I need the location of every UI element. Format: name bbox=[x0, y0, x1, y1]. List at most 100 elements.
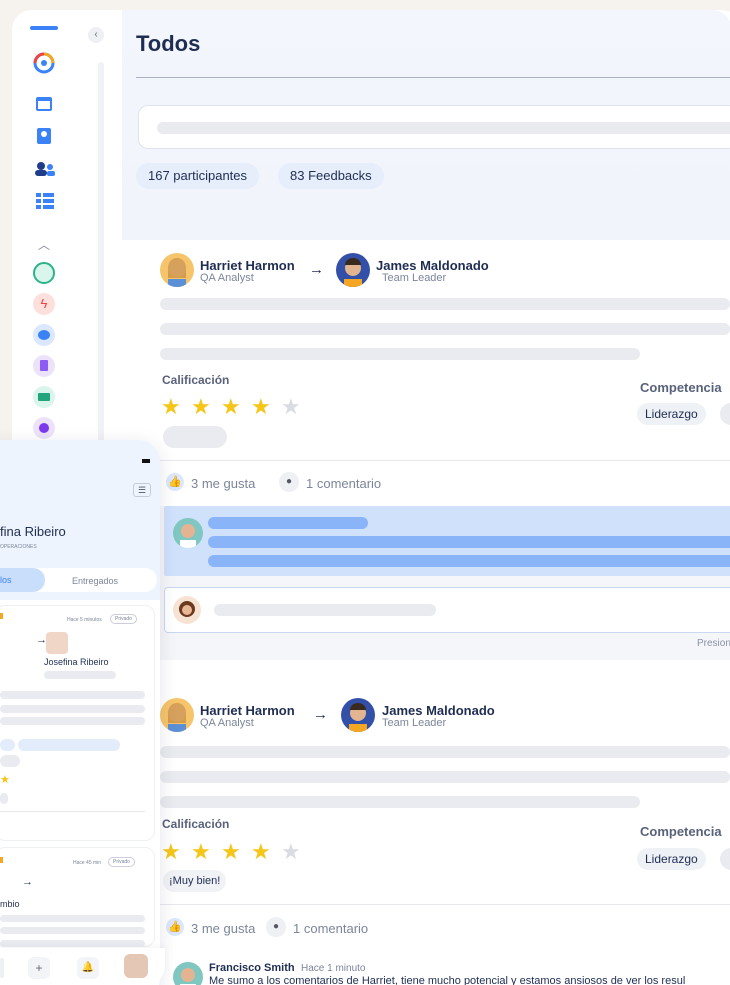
mobile-user-name: fina Ribeiro bbox=[0, 524, 66, 539]
plug-icon[interactable] bbox=[33, 417, 55, 439]
rating-label: Calificación bbox=[162, 817, 230, 831]
commenter-name: Francisco Smith bbox=[209, 962, 295, 974]
likes-count[interactable]: 3 me gusta bbox=[191, 476, 255, 491]
text-line bbox=[208, 517, 368, 529]
chevron-up-icon[interactable]: ︿ bbox=[38, 236, 50, 253]
star-icon: ★ bbox=[0, 774, 10, 786]
commenter-avatar[interactable] bbox=[173, 518, 203, 548]
flash-icon[interactable]: ϟ bbox=[33, 293, 55, 315]
search-input[interactable] bbox=[138, 105, 730, 149]
to-role: Team Leader bbox=[382, 272, 447, 284]
star-icon: ★ bbox=[251, 839, 271, 864]
star-empty-icon: ★ bbox=[281, 394, 301, 419]
text-line bbox=[0, 927, 145, 934]
bell-icon[interactable]: 🔔 bbox=[77, 957, 99, 979]
text-line bbox=[44, 671, 116, 679]
battery-icon bbox=[142, 459, 150, 463]
tag-liderazgo[interactable]: Liderazgo bbox=[637, 848, 706, 870]
james-avatar[interactable] bbox=[341, 698, 375, 732]
text-line bbox=[0, 940, 145, 947]
text-line bbox=[160, 323, 730, 335]
comment-badge: ¡Muy bien! bbox=[163, 870, 227, 892]
tag-liderazgo[interactable]: Liderazgo bbox=[637, 403, 706, 425]
star-icon: ★ bbox=[191, 839, 211, 864]
comment-badge-placeholder bbox=[163, 426, 227, 448]
text-line bbox=[0, 691, 145, 699]
star-icon: ★ bbox=[251, 394, 271, 419]
card-accent bbox=[0, 613, 3, 619]
tab-entregados[interactable]: Entregados bbox=[72, 576, 118, 586]
tag-placeholder bbox=[0, 739, 15, 751]
text-line bbox=[0, 717, 145, 725]
text-line bbox=[160, 771, 730, 783]
tab-active[interactable]: los bbox=[0, 568, 45, 592]
text-line bbox=[208, 555, 730, 567]
star-icon: ★ bbox=[221, 839, 241, 864]
comments-count[interactable]: 1 comentario bbox=[306, 476, 381, 491]
divider bbox=[0, 811, 145, 812]
feedbacks-pill[interactable]: 83 Feedbacks bbox=[278, 163, 384, 189]
privacy-badge: Privado bbox=[108, 857, 135, 867]
from-role: QA Analyst bbox=[200, 272, 254, 284]
users-icon[interactable] bbox=[35, 162, 55, 180]
sidebar: ‹ ︿ ϟ bbox=[12, 10, 122, 450]
title-divider bbox=[136, 77, 730, 78]
participants-pill[interactable]: 167 participantes bbox=[136, 163, 260, 189]
arrow-right-icon: → bbox=[22, 876, 33, 888]
comment-icon[interactable]: ● bbox=[266, 917, 286, 937]
text-line bbox=[160, 746, 730, 758]
add-icon[interactable]: + bbox=[28, 957, 50, 979]
card-recipient: mbio bbox=[0, 899, 20, 909]
comment-icon[interactable]: ● bbox=[279, 472, 299, 492]
team-icon[interactable] bbox=[33, 262, 55, 284]
tag-placeholder bbox=[18, 739, 120, 751]
window-icon[interactable] bbox=[36, 97, 54, 115]
competencies-label: Competencia bbox=[640, 824, 722, 839]
text-line bbox=[0, 755, 20, 767]
text-line bbox=[160, 298, 730, 310]
to-name: James Maldonado bbox=[376, 258, 489, 273]
collapse-sidebar-icon[interactable]: ‹ bbox=[88, 27, 104, 43]
reply-placeholder bbox=[214, 604, 436, 616]
like-icon[interactable]: 👍 bbox=[166, 473, 184, 491]
privacy-badge: Privado bbox=[110, 614, 137, 624]
profile-avatar[interactable] bbox=[124, 954, 148, 978]
james-avatar[interactable] bbox=[336, 253, 370, 287]
from-role: QA Analyst bbox=[200, 717, 254, 729]
menu-icon[interactable]: ☰ bbox=[133, 483, 151, 497]
josefina-avatar bbox=[46, 632, 68, 654]
text-line bbox=[0, 793, 8, 804]
likes-count[interactable]: 3 me gusta bbox=[191, 921, 255, 936]
active-indicator bbox=[30, 26, 58, 30]
text-line bbox=[0, 705, 145, 713]
commenter-avatar[interactable] bbox=[173, 962, 203, 985]
text-line bbox=[160, 348, 640, 360]
card-recipient: Josefina Ribeiro bbox=[44, 657, 109, 667]
star-icon: ★ bbox=[191, 394, 211, 419]
contact-icon[interactable] bbox=[37, 128, 55, 146]
harriet-avatar[interactable] bbox=[160, 253, 194, 287]
card-icon[interactable] bbox=[33, 386, 55, 408]
like-icon[interactable]: 👍 bbox=[166, 918, 184, 936]
mobile-user-sub: OPERACIONES bbox=[0, 544, 37, 550]
arrow-right-icon: → bbox=[313, 706, 328, 723]
page-title: Todos bbox=[136, 31, 201, 56]
star-icon: ★ bbox=[221, 394, 241, 419]
chat-icon[interactable] bbox=[33, 324, 55, 346]
my-avatar bbox=[173, 596, 201, 624]
harriet-avatar[interactable] bbox=[160, 698, 194, 732]
sidebar-scrollbar[interactable] bbox=[98, 62, 104, 442]
text-line bbox=[160, 796, 640, 808]
to-name: James Maldonado bbox=[382, 703, 495, 718]
text-line bbox=[208, 536, 730, 548]
from-name: Harriet Harmon bbox=[200, 258, 295, 273]
comments-count[interactable]: 1 comentario bbox=[293, 921, 368, 936]
document-icon[interactable] bbox=[33, 355, 55, 377]
enter-hint: Presion bbox=[697, 638, 730, 649]
nav-item[interactable] bbox=[0, 958, 4, 978]
arrow-right-icon: → bbox=[309, 261, 324, 278]
card-time: Hace 5 minutos bbox=[67, 617, 102, 623]
to-role: Team Leader bbox=[382, 717, 447, 729]
card-accent bbox=[0, 857, 3, 863]
list-icon[interactable] bbox=[36, 193, 54, 211]
